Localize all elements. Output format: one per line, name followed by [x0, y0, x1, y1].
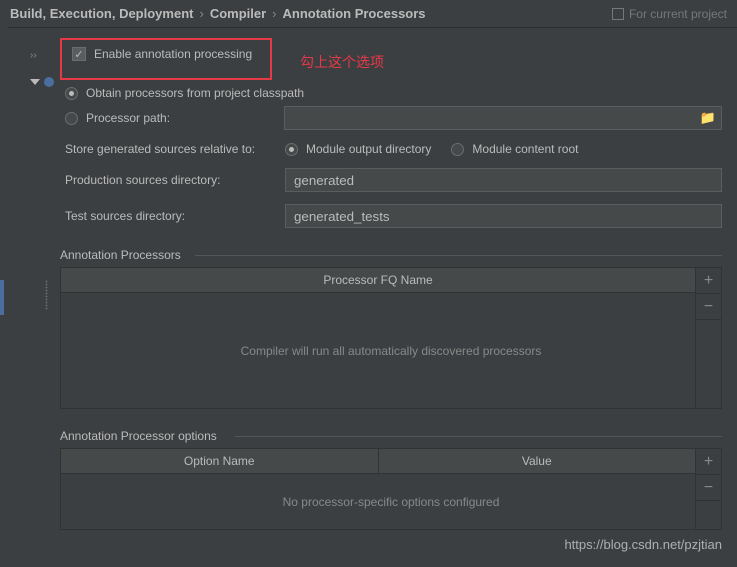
chevron-down-icon: [30, 79, 40, 85]
option-value-header: Value: [379, 449, 696, 473]
breadcrumb: Build, Execution, Deployment › Compiler …: [10, 6, 426, 21]
production-dir-label: Production sources directory:: [65, 173, 275, 187]
for-project-label: For current project: [612, 7, 727, 21]
callout-text: 勾上这个选项: [300, 52, 384, 72]
processors-section-label: Annotation Processors: [60, 248, 722, 262]
project-icon: [612, 8, 624, 20]
test-dir-label: Test sources directory:: [65, 209, 275, 223]
module-dot-icon: [44, 77, 54, 87]
module-output-label: Module output directory: [306, 142, 431, 156]
header: Build, Execution, Deployment › Compiler …: [0, 0, 737, 28]
processor-path-label: Processor path:: [86, 111, 276, 125]
option-name-header: Option Name: [61, 449, 379, 473]
store-relative-label: Store generated sources relative to:: [65, 142, 275, 156]
options-table: Option Name Value No processor-specific …: [60, 448, 722, 530]
test-dir-input[interactable]: [285, 204, 722, 228]
add-option-button[interactable]: +: [696, 449, 721, 475]
collapse-button[interactable]: ››: [30, 50, 37, 61]
enable-annotation-label: Enable annotation processing: [94, 47, 252, 61]
tree-toggle[interactable]: [30, 77, 54, 87]
remove-option-button[interactable]: −: [696, 475, 721, 501]
chevron-right-icon: ›: [199, 6, 203, 21]
folder-icon[interactable]: 📁: [700, 110, 716, 126]
module-content-label: Module content root: [472, 142, 578, 156]
production-dir-input[interactable]: [285, 168, 722, 192]
breadcrumb-annotation[interactable]: Annotation Processors: [283, 6, 426, 21]
processors-empty-text: Compiler will run all automatically disc…: [61, 293, 721, 408]
breadcrumb-compiler[interactable]: Compiler: [210, 6, 266, 21]
options-section-label: Annotation Processor options: [60, 429, 722, 443]
remove-processor-button[interactable]: −: [696, 294, 721, 320]
processor-path-radio[interactable]: [65, 112, 78, 125]
add-processor-button[interactable]: +: [696, 268, 721, 294]
processor-fq-header: Processor FQ Name: [61, 268, 695, 292]
highlight-annotation: Enable annotation processing: [60, 38, 272, 80]
module-output-radio[interactable]: [285, 143, 298, 156]
processor-path-input[interactable]: [284, 106, 722, 130]
module-content-radio[interactable]: [451, 143, 464, 156]
enable-annotation-checkbox[interactable]: [72, 47, 86, 61]
options-empty-text: No processor-specific options configured: [61, 474, 721, 529]
chevron-right-icon: ›: [272, 6, 276, 21]
obtain-classpath-radio[interactable]: [65, 87, 78, 100]
watermark-text: https://blog.csdn.net/pzjtian: [564, 537, 722, 552]
breadcrumb-build[interactable]: Build, Execution, Deployment: [10, 6, 193, 21]
obtain-classpath-label: Obtain processors from project classpath: [86, 86, 304, 100]
splitter-grip[interactable]: [45, 280, 48, 310]
processors-table: Processor FQ Name Compiler will run all …: [60, 267, 722, 409]
